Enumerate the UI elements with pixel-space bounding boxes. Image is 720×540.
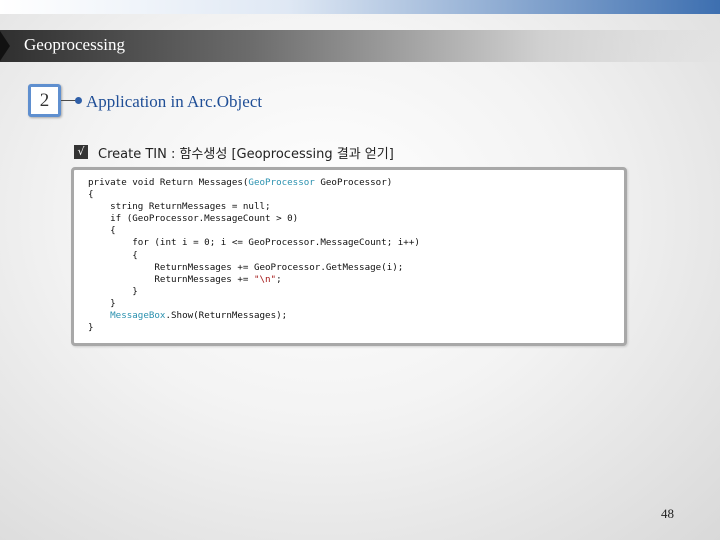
code-line: } xyxy=(88,297,116,309)
code-panel: private void Return Messages(GeoProcesso… xyxy=(71,167,627,346)
code-line: if (GeoProcessor.MessageCount > 0) xyxy=(88,213,299,225)
code-line: ReturnMessages += xyxy=(88,273,254,285)
code-line: string ReturnMessages = null; xyxy=(88,201,271,213)
code-line: GeoProcessor) xyxy=(314,177,393,188)
code-line: { xyxy=(88,189,94,201)
connector-dot-icon xyxy=(75,97,82,104)
section-heading: Application in Arc.Object xyxy=(86,92,263,111)
code-type-token: GeoProcessor xyxy=(248,177,315,188)
section-number-badge: 2 xyxy=(28,84,61,117)
page-number: 48 xyxy=(661,506,674,521)
code-line: { xyxy=(88,249,138,261)
code-line: private void Return Messages( xyxy=(88,177,249,188)
code-line: } xyxy=(88,322,94,334)
code-line: ; xyxy=(276,273,282,285)
code-string-token: "\n" xyxy=(253,273,277,285)
title-arrow-icon xyxy=(0,31,10,61)
code-line: } xyxy=(88,285,138,297)
code-line: for (int i = 0; i <= GeoProcessor.Messag… xyxy=(88,237,420,249)
code-type-token: MessageBox xyxy=(110,310,166,322)
slide-title: Geoprocessing xyxy=(24,35,126,54)
code-line: { xyxy=(88,225,116,237)
top-accent-bar xyxy=(0,0,720,14)
bullet-text: Create TIN : 함수생성 [Geoprocessing 결과 얻기] xyxy=(98,147,394,162)
code-line: .Show(ReturnMessages); xyxy=(165,310,288,322)
code-line: ReturnMessages += GeoProcessor.GetMessag… xyxy=(88,261,404,273)
code-block: private void Return Messages(GeoProcesso… xyxy=(88,177,420,334)
checkbox-icon: √ xyxy=(74,145,88,159)
